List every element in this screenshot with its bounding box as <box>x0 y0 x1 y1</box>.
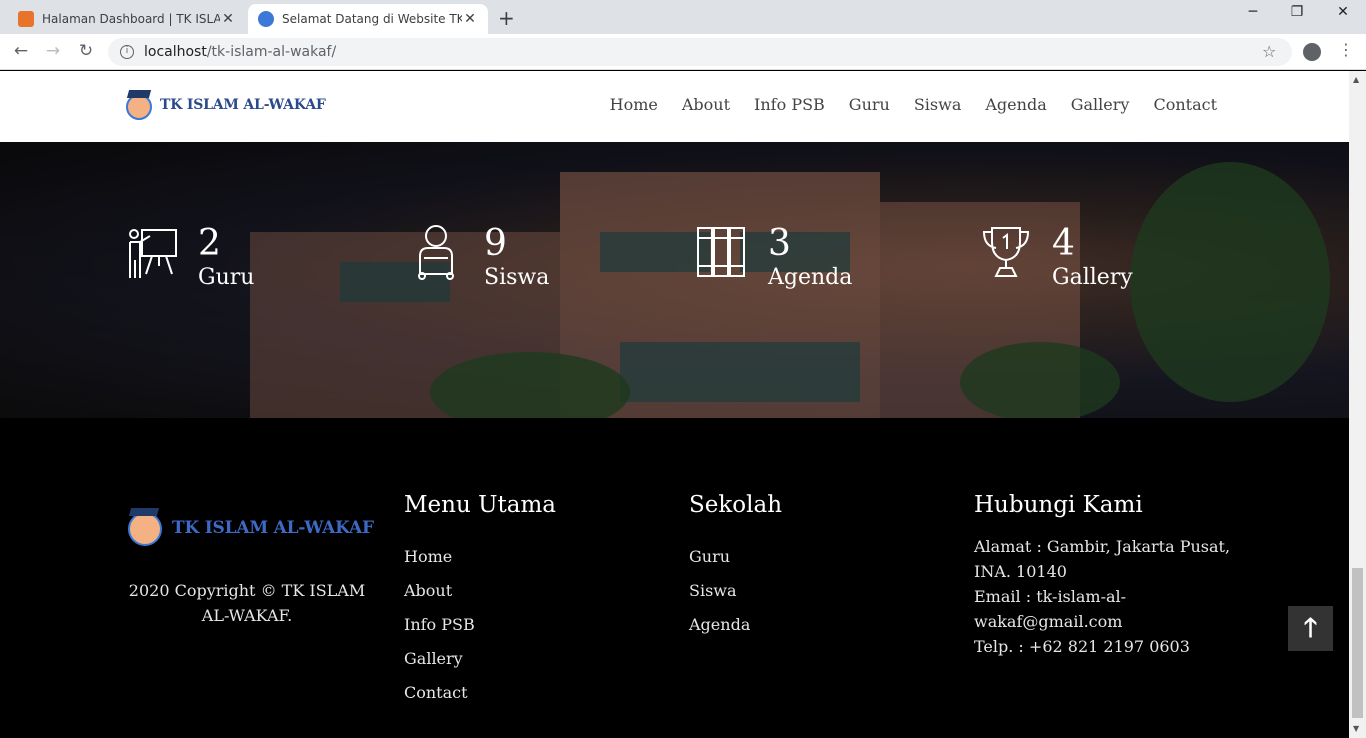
footer-heading: Sekolah <box>689 492 783 518</box>
teacher-board-icon <box>129 229 177 278</box>
copyright-line: 2020 Copyright © TK ISLAM <box>128 581 366 600</box>
tab-website[interactable]: Selamat Datang di Website TK ISLAM AL-WA… <box>248 4 488 34</box>
footer-link-agenda[interactable]: Agenda <box>689 608 782 642</box>
nav-home[interactable]: Home <box>610 95 658 114</box>
bookmark-star-icon[interactable]: ☆ <box>1262 42 1276 61</box>
browser-toolbar: ← → ↻ i localhost/tk-islam-al-wakaf/ ☆ ⋮ <box>0 34 1366 70</box>
background-tree <box>960 342 1120 418</box>
close-tab-icon[interactable]: ✕ <box>462 11 478 27</box>
scroll-up-arrow-icon[interactable]: ▲ <box>1353 75 1359 84</box>
back-to-top-button[interactable]: 🡑 <box>1288 606 1333 651</box>
stat-value: 3 <box>768 223 791 264</box>
back-button[interactable]: ← <box>10 41 32 61</box>
nav-about[interactable]: About <box>682 95 730 114</box>
xampp-favicon-icon <box>18 11 34 27</box>
books-icon <box>697 227 745 277</box>
counter-section: 2 Guru 9 Siswa 3 Agenda 4 Gallery <box>0 142 1349 418</box>
nav-gallery[interactable]: Gallery <box>1071 95 1130 114</box>
scrollbar-thumb[interactable] <box>1352 568 1363 718</box>
footer-sekolah: Sekolah Guru Siswa Agenda <box>689 492 782 642</box>
contact-info: Alamat : Gambir, Jakarta Pusat, INA. 101… <box>974 534 1234 659</box>
stat-label: Siswa <box>484 265 550 290</box>
tab-dashboard[interactable]: Halaman Dashboard | TK ISLAM AL-WAKAF ✕ <box>8 4 246 34</box>
stat-agenda: 3 Agenda <box>696 224 852 292</box>
footer-menu-utama: Menu Utama Home About Info PSB Gallery C… <box>404 492 556 710</box>
site-brand[interactable]: TK ISLAM AL-WAKAF <box>122 88 326 122</box>
student-icon <box>418 225 454 280</box>
contact-line: wakaf@gmail.com <box>974 612 1123 631</box>
url-host: localhost <box>144 44 207 60</box>
stat-gallery: 4 Gallery <box>980 224 1133 292</box>
profile-avatar-icon[interactable] <box>1303 43 1321 61</box>
page-scrollbar[interactable]: ▲ ▼ <box>1349 71 1366 738</box>
footer-link-contact[interactable]: Contact <box>404 676 556 710</box>
site-footer: TK ISLAM AL-WAKAF 2020 Copyright © TK IS… <box>0 418 1349 738</box>
stat-value: 4 <box>1052 223 1075 264</box>
browser-menu-icon[interactable]: ⋮ <box>1338 40 1354 59</box>
new-tab-button[interactable]: + <box>498 6 515 30</box>
school-logo-icon <box>122 88 156 122</box>
stat-siswa: 9 Siswa <box>412 224 549 292</box>
forward-button[interactable]: → <box>42 41 64 61</box>
nav-contact[interactable]: Contact <box>1153 95 1217 114</box>
site-menu: Home About Info PSB Guru Siswa Agenda Ga… <box>610 95 1217 114</box>
school-logo-icon <box>124 506 168 550</box>
stat-label: Agenda <box>768 265 853 290</box>
brand-text: TK ISLAM AL-WAKAF <box>160 97 326 113</box>
stat-value: 9 <box>484 223 507 264</box>
contact-line: Email : tk-islam-al- <box>974 587 1127 606</box>
contact-line: Alamat : Gambir, Jakarta Pusat, <box>974 537 1231 556</box>
nav-guru[interactable]: Guru <box>849 95 890 114</box>
close-window-button[interactable]: ✕ <box>1320 4 1366 20</box>
footer-heading: Hubungi Kami <box>974 492 1143 518</box>
footer-link-gallery[interactable]: Gallery <box>404 642 556 676</box>
contact-line: INA. 10140 <box>974 562 1067 581</box>
footer-link-about[interactable]: About <box>404 574 556 608</box>
copyright-text: 2020 Copyright © TK ISLAM AL-WAKAF. <box>124 578 370 628</box>
stat-guru: 2 Guru <box>126 224 254 292</box>
footer-link-guru[interactable]: Guru <box>689 540 782 574</box>
tab-title: Halaman Dashboard | TK ISLAM AL-WAKAF <box>42 12 220 26</box>
nav-agenda[interactable]: Agenda <box>985 95 1046 114</box>
nav-info-psb[interactable]: Info PSB <box>754 95 825 114</box>
footer-link-info-psb[interactable]: Info PSB <box>404 608 556 642</box>
footer-link-siswa[interactable]: Siswa <box>689 574 782 608</box>
background-window <box>620 342 860 402</box>
trophy-icon <box>982 227 1030 277</box>
site-navbar: TK ISLAM AL-WAKAF Home About Info PSB Gu… <box>0 71 1349 142</box>
scroll-down-arrow-icon[interactable]: ▼ <box>1353 724 1359 733</box>
browser-tab-bar: Halaman Dashboard | TK ISLAM AL-WAKAF ✕ … <box>0 0 1366 34</box>
contact-line: Telp. : +62 821 2197 0603 <box>974 637 1190 656</box>
address-bar[interactable]: i localhost/tk-islam-al-wakaf/ <box>108 38 1292 66</box>
stat-value: 2 <box>198 223 221 264</box>
footer-brand[interactable]: TK ISLAM AL-WAKAF <box>124 506 374 550</box>
tab-title: Selamat Datang di Website TK ISLAM AL-WA… <box>282 12 462 26</box>
nav-siswa[interactable]: Siswa <box>914 95 962 114</box>
page-viewport: TK ISLAM AL-WAKAF Home About Info PSB Gu… <box>0 71 1349 738</box>
footer-heading: Menu Utama <box>404 492 556 518</box>
footer-link-home[interactable]: Home <box>404 540 556 574</box>
arrow-up-icon: 🡑 <box>1303 613 1318 643</box>
background-window <box>600 232 710 272</box>
background-tree <box>1130 162 1330 402</box>
copyright-line: AL-WAKAF. <box>201 606 293 625</box>
stat-label: Guru <box>198 265 255 290</box>
url-path: /tk-islam-al-wakaf/ <box>206 44 337 60</box>
reload-button[interactable]: ↻ <box>75 41 97 61</box>
footer-hubungi-kami: Hubungi Kami Alamat : Gambir, Jakarta Pu… <box>974 492 1234 659</box>
school-logo-favicon-icon <box>258 11 274 27</box>
minimize-button[interactable]: ─ <box>1230 4 1276 20</box>
stat-label: Gallery <box>1052 265 1133 290</box>
maximize-button[interactable]: ❐ <box>1274 4 1320 20</box>
site-info-icon[interactable]: i <box>120 45 134 59</box>
close-tab-icon[interactable]: ✕ <box>220 11 236 27</box>
footer-brand-text: TK ISLAM AL-WAKAF <box>172 518 374 538</box>
